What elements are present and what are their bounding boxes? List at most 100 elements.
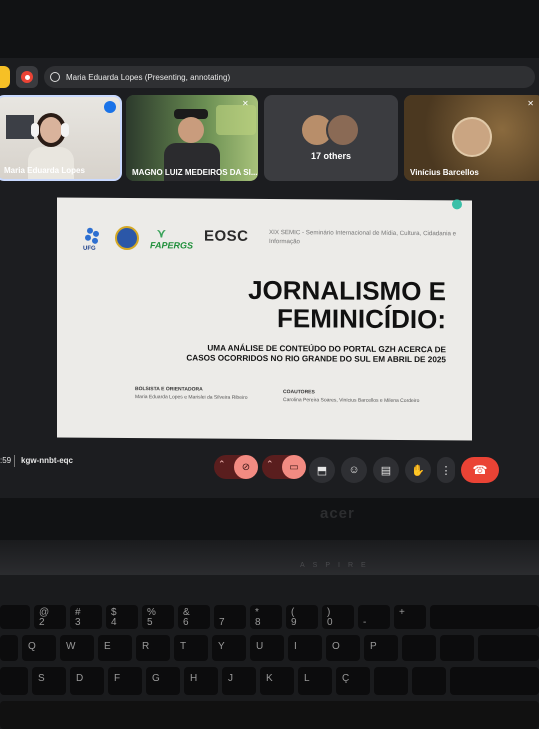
key-8: * 8 — [250, 605, 282, 629]
participant-face — [40, 117, 62, 143]
key-j: J — [222, 667, 256, 695]
leave-call-button[interactable]: ☎ — [461, 457, 499, 483]
divider — [14, 455, 15, 467]
camera-options-chevron-icon[interactable]: ⌃ — [266, 459, 274, 470]
participant-name: Vinícius Barcellos — [410, 168, 479, 177]
mic-off-icon: ⊘ — [241, 461, 251, 473]
others-count: 17 others — [310, 151, 352, 161]
presenter-avatar-icon — [50, 72, 60, 82]
key-e: E — [98, 635, 132, 661]
right-credits-names: Carolina Pereira Soares, Vinícius Barcel… — [283, 397, 420, 405]
annotation-marker-icon — [452, 199, 462, 210]
key — [440, 635, 474, 661]
key-i: I — [288, 635, 322, 661]
slide-subtitle: UMA ANÁLISE DE CONTEÚDO DO PORTAL GZH AC… — [186, 343, 446, 365]
fapergs-leaf-icon: ⋎ — [157, 226, 166, 241]
key-u: U — [250, 635, 284, 661]
key — [0, 605, 30, 629]
meeting-code: kgw-nnbt-eqc — [21, 456, 73, 465]
presentation-slide: UFG ⋎ FAPERGS EOSC XIX SEMIC - Seminário… — [57, 197, 472, 441]
key-w: W — [60, 635, 94, 661]
participant-name: MAGNO LUIZ MEDEIROS DA SI... — [132, 168, 258, 177]
key-p: P — [364, 635, 398, 661]
key-k: K — [260, 667, 294, 695]
key-caps — [0, 667, 28, 695]
record-icon — [21, 71, 33, 83]
key-r: R — [136, 635, 170, 661]
event-name: XIX SEMIC - Seminário Internacional de M… — [269, 229, 457, 246]
key-plus: + — [394, 605, 426, 629]
camera-off-button[interactable]: ▭ — [282, 455, 306, 479]
left-credits-names: Maria Eduarda Lopes e Marislei da Silvei… — [135, 394, 248, 401]
laptop-brand-logo: acer — [320, 505, 355, 522]
app-icon[interactable] — [0, 66, 10, 88]
slide-subtitle-line-2: CASOS OCORRIDOS NO RIO GRANDE DO SUL EM … — [186, 353, 446, 365]
key-q: Q — [22, 635, 56, 661]
laptop-hinge — [0, 540, 539, 575]
presenter-banner[interactable]: Maria Eduarda Lopes (Presenting, annotat… — [44, 66, 535, 88]
camera-off-icon: ▭ — [289, 461, 299, 473]
speaking-indicator-icon — [104, 101, 116, 113]
raise-hand-button[interactable]: ✋ — [405, 457, 431, 483]
captions-button[interactable]: ▤ — [373, 457, 399, 483]
reactions-button[interactable]: ☺ — [341, 457, 367, 483]
other-avatar-2 — [326, 113, 360, 147]
mic-off-button[interactable]: ⊘ — [234, 455, 258, 479]
participant-name: Maria Eduarda Lopes — [4, 166, 85, 175]
mic-options-chevron-icon[interactable]: ⌃ — [218, 459, 226, 470]
more-options-button[interactable]: ⋮ — [437, 457, 455, 483]
meeting-time: :59 — [0, 456, 12, 465]
left-credits-heading: BOLSISTA E ORIENTADORA — [135, 386, 203, 393]
key-row-bottom — [0, 701, 539, 729]
key — [412, 667, 446, 695]
keyboard: @2 #3 $4 % 5 & 6 7 * 8 (9 ) 0 - + Q W E R T … — [0, 575, 539, 729]
key-4: $4 — [106, 605, 138, 629]
key-o: O — [326, 635, 360, 661]
present-button[interactable]: ⬒ — [309, 457, 335, 483]
participant-face — [178, 117, 204, 143]
participant-tile-2[interactable]: ✕ MAGNO LUIZ MEDEIROS DA SI... — [126, 95, 258, 181]
participant-body — [28, 147, 74, 179]
participant-tile-4[interactable]: ✕ Vinícius Barcellos — [404, 95, 539, 181]
key-minus: - — [358, 605, 390, 629]
key-7: 7 — [214, 605, 246, 629]
key-5: % 5 — [142, 605, 174, 629]
key-6: & 6 — [178, 605, 210, 629]
hand-icon: ✋ — [411, 464, 425, 477]
record-button[interactable] — [16, 66, 38, 88]
ufg-logo — [83, 227, 103, 246]
key-t: T — [174, 635, 208, 661]
key-backspace — [430, 605, 539, 629]
key-f: F — [108, 667, 142, 695]
key-g: G — [146, 667, 180, 695]
emoji-icon: ☺ — [348, 464, 360, 476]
tv-in-background — [6, 115, 34, 139]
present-screen-icon: ⬒ — [316, 464, 328, 477]
key-h: H — [184, 667, 218, 695]
key — [374, 667, 408, 695]
slide-title-line-1: JORNALISMO E — [248, 274, 446, 307]
key — [402, 635, 436, 661]
key-2: @2 — [34, 605, 66, 629]
mic-control-group: ⌃ ⊘ — [214, 455, 258, 479]
more-vert-icon: ⋮ — [440, 464, 452, 477]
mic-off-icon: ✕ — [242, 99, 249, 108]
participant-tile-others[interactable]: 17 others — [264, 95, 398, 181]
fapergs-logo: FAPERGS — [150, 240, 194, 251]
participant-tile-1[interactable]: Maria Eduarda Lopes — [0, 95, 122, 181]
university-seal-logo — [115, 225, 139, 251]
phone-hangup-icon: ☎ — [472, 463, 488, 477]
key-3: #3 — [70, 605, 102, 629]
key-s: S — [32, 667, 66, 695]
key — [450, 667, 539, 695]
key-c-cedilla: Ç — [336, 667, 370, 695]
participant-avatar — [452, 117, 492, 157]
key-l: L — [298, 667, 332, 695]
eosc-logo: EOSC — [204, 227, 249, 245]
bottom-control-bar: :59 kgw-nnbt-eqc ⌃ ⊘ ⌃ ▭ ⬒ ☺ ▤ ✋ ⋮ ☎ — [0, 450, 539, 490]
ufg-logo-label: UFG — [83, 245, 96, 252]
top-bar: Maria Eduarda Lopes (Presenting, annotat… — [0, 66, 539, 92]
key-tab — [0, 635, 18, 661]
key-d: D — [70, 667, 104, 695]
captions-icon: ▤ — [380, 464, 392, 477]
